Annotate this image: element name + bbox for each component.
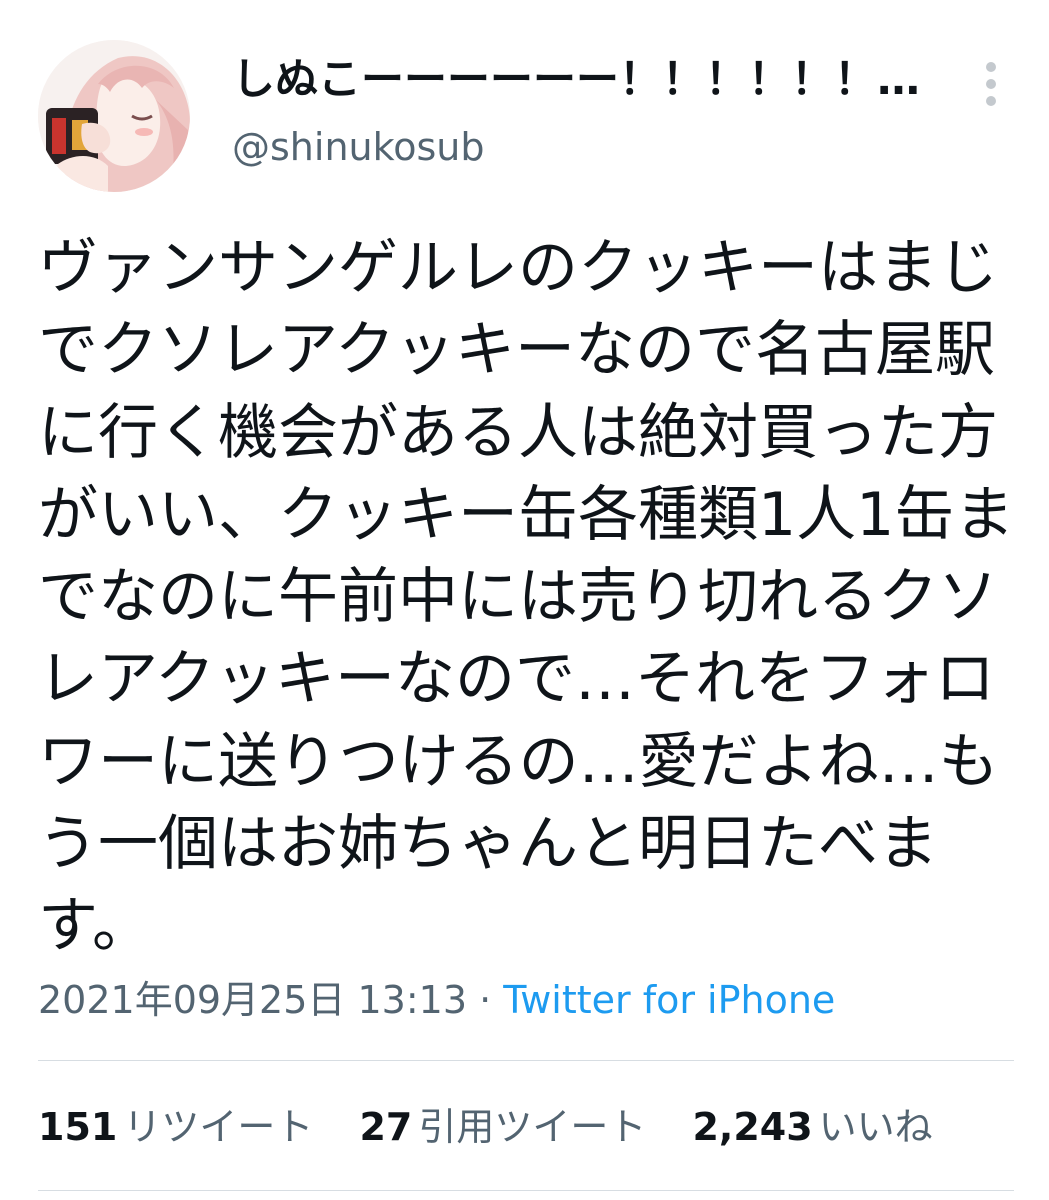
avatar-illustration [38, 40, 190, 192]
tweet-source-link[interactable]: Twitter for iPhone [503, 978, 835, 1022]
retweets-stat[interactable]: 151 リツイート [38, 1096, 313, 1158]
likes-count: 2,243 [692, 1105, 813, 1149]
divider [38, 1060, 1014, 1061]
quotes-count: 27 [359, 1105, 413, 1149]
likes-stat[interactable]: 2,243 いいね [692, 1096, 932, 1158]
divider [38, 1190, 1014, 1191]
tweet-header: しぬこーーーーーー！！！！！！！… @shinukosub [0, 0, 1049, 210]
more-vertical-icon[interactable] [970, 54, 1014, 114]
tweet-stats: 151 リツイート 27 引用ツイート 2,243 いいね [38, 1096, 967, 1158]
user-handle[interactable]: @shinukosub [232, 118, 485, 176]
likes-label: いいね [818, 1105, 933, 1149]
avatar[interactable] [38, 40, 190, 192]
display-name[interactable]: しぬこーーーーーー！！！！！！！… [232, 50, 952, 110]
tweet-meta: 2021年09月25日 13:13 · Twitter for iPhone [38, 970, 835, 1030]
quotes-stat[interactable]: 27 引用ツイート [359, 1096, 646, 1158]
quotes-label: 引用ツイート [418, 1105, 647, 1149]
tweet-timestamp[interactable]: 2021年09月25日 13:13 [38, 978, 467, 1022]
retweets-label: リツイート [123, 1105, 314, 1149]
tweet-text: ヴァンサンゲルレのクッキーはまじ でクソレアクッキーなので名古屋駅 に行く機会が… [38, 233, 1015, 962]
retweets-count: 151 [38, 1105, 118, 1149]
meta-separator: · [467, 978, 504, 1022]
